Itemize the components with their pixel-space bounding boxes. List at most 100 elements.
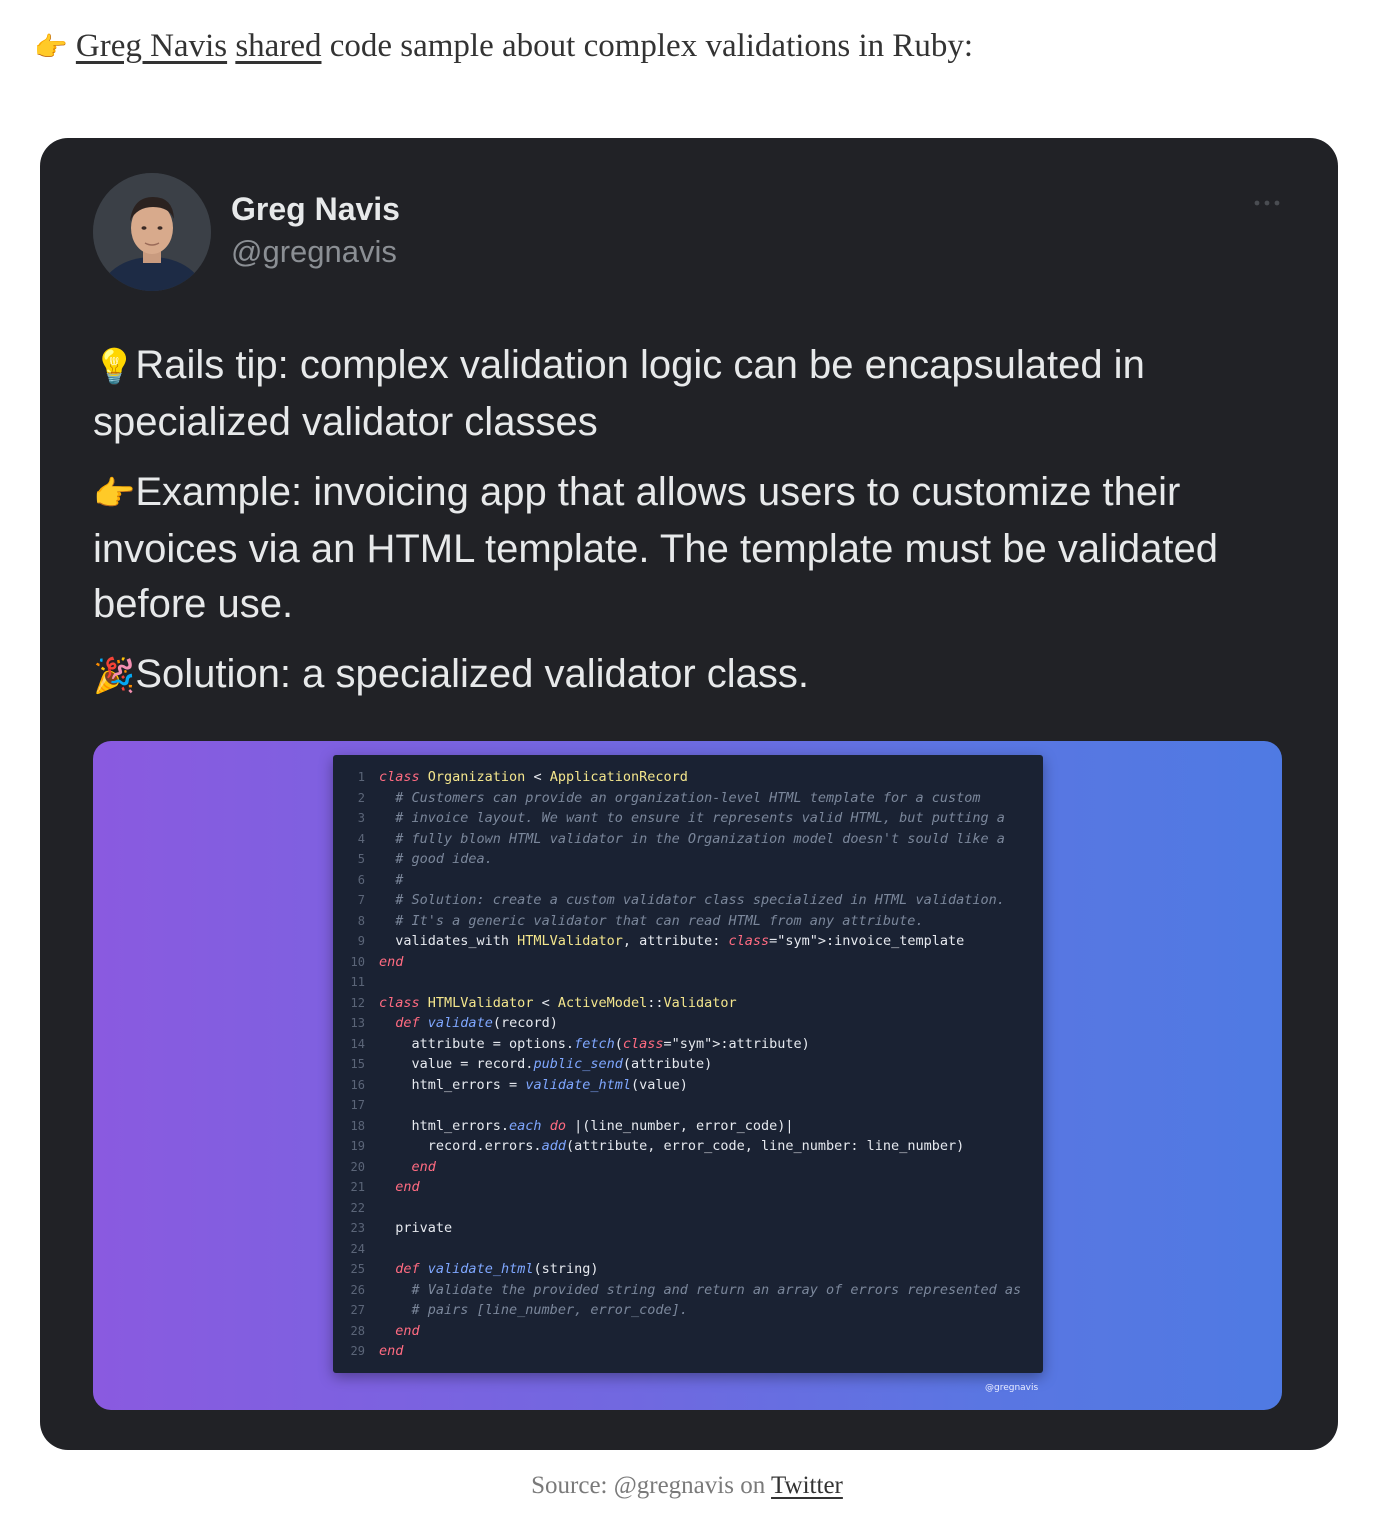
code-line: 4 # fully blown HTML validator in the Or… (333, 829, 1043, 850)
line-number: 4 (357, 831, 365, 846)
intro-line: 👉 Greg Navis shared code sample about co… (34, 26, 973, 68)
code-text: private (379, 1220, 453, 1236)
code-text: # fully blown HTML validator in the Orga… (395, 830, 1005, 847)
line-number: 15 (350, 1057, 365, 1071)
code-line: 2 # Customers can provide an organizatio… (333, 788, 1043, 809)
image-caption: Source: @gregnavis on Twitter (0, 1472, 1374, 1500)
code-text: validates_with HTMLValidator, attribute:… (379, 933, 965, 949)
line-number: 5 (357, 852, 365, 866)
code-text: end (395, 1179, 420, 1195)
code-line: 13 def validate(record) (333, 1013, 1043, 1034)
caption-text: Source: @gregnavis on (531, 1472, 766, 1499)
line-number: 13 (350, 1016, 365, 1030)
line-number: 12 (350, 995, 365, 1010)
line-number: 21 (350, 1180, 365, 1194)
media-watermark: @gregnavis (985, 1383, 1039, 1393)
code-line: 21 end (333, 1177, 1043, 1198)
code-line: 3 # invoice layout. We want to ensure it… (333, 808, 1043, 829)
intro-text: code sample about complex validations in… (329, 28, 974, 64)
code-text: html_errors = validate_html(value) (379, 1076, 688, 1093)
code-text: # pairs [line_number, error_code]. (411, 1302, 688, 1318)
line-number: 10 (350, 954, 365, 969)
code-text: end (379, 953, 404, 970)
code-window: 1 class Organization < ApplicationRecord 2… (333, 755, 1043, 1373)
code-line: 28 end (333, 1321, 1043, 1342)
code-line: 22 (333, 1198, 1043, 1219)
code-line: 15 value = record.public_send(attribute) (333, 1054, 1043, 1075)
code-line: 27 # pairs [line_number, error_code]. (333, 1300, 1043, 1321)
author-link[interactable]: Greg Navis (76, 28, 227, 64)
line-number: 3 (357, 811, 365, 825)
code-line: 8 # It's a generic validator that can re… (333, 911, 1043, 932)
code-line: 29 end (333, 1341, 1043, 1362)
code-text: # good idea. (395, 851, 493, 867)
code-text: # invoice layout. We want to ensure it r… (395, 810, 1005, 826)
code-line: 20 end (333, 1157, 1043, 1178)
tweet-paragraph: 💡Rails tip: complex validation logic can… (93, 338, 1293, 450)
code-text: def validate_html(string) (395, 1261, 599, 1277)
line-number: 17 (350, 1098, 365, 1112)
code-line: 6 # (333, 870, 1043, 891)
line-number: 2 (357, 790, 365, 805)
line-number: 28 (350, 1323, 365, 1338)
code-line: 5 # good idea. (333, 849, 1043, 870)
code-line: 26 # Validate the provided string and re… (333, 1280, 1043, 1301)
tweet-text: 💡Rails tip: complex validation logic can… (93, 338, 1293, 719)
code-line: 14 attribute = options.fetch(class="sym"… (333, 1034, 1043, 1055)
code-line: 1 class Organization < ApplicationRecord (333, 767, 1043, 788)
code-line: 25 def validate_html(string) (333, 1259, 1043, 1280)
code-text: end (411, 1158, 436, 1175)
code-line: 9 validates_with HTMLValidator, attribut… (333, 931, 1043, 952)
code-text: record.errors.add(attribute, error_code,… (379, 1138, 965, 1154)
line-number: 27 (350, 1303, 365, 1317)
tweet-card[interactable]: Greg Navis @gregnavis 💡Rails tip: comple… (40, 138, 1338, 1450)
tweet-paragraph-text: Solution: a specialized validator class. (135, 652, 810, 696)
code-line: 12 class HTMLValidator < ActiveModel::Val… (333, 993, 1043, 1014)
code-line: 11 (333, 972, 1043, 993)
avatar[interactable] (93, 173, 211, 291)
author-handle[interactable]: @gregnavis (231, 234, 397, 270)
line-number: 24 (350, 1241, 365, 1256)
code-line: 17 (333, 1095, 1043, 1116)
light-bulb-icon: 💡 (93, 347, 136, 387)
line-number: 14 (350, 1036, 365, 1051)
party-popper-icon: 🎉 (93, 656, 136, 696)
pointing-hand-icon: 👉 (93, 474, 136, 514)
line-number: 16 (350, 1077, 365, 1092)
avatar-image (93, 173, 211, 291)
line-number: 22 (350, 1200, 365, 1215)
code-text: value = record.public_send(attribute) (379, 1056, 713, 1072)
shared-link[interactable]: shared (235, 28, 321, 64)
code-text: html_errors.each do |(line_number, error… (379, 1117, 794, 1134)
code-text: class Organization < ApplicationRecord (379, 769, 688, 785)
code-text: # Solution: create a custom validator cl… (395, 892, 1005, 908)
tweet-paragraph-text: Rails tip: complex validation logic can … (93, 343, 1145, 444)
code-text: # Validate the provided string and retur… (411, 1281, 1022, 1298)
line-number: 18 (350, 1118, 365, 1133)
code-text: # Customers can provide an organization-… (395, 789, 981, 806)
code-line: 18 html_errors.each do |(line_number, er… (333, 1116, 1043, 1137)
code-text: # It's a generic validator that can read… (395, 912, 924, 929)
tweet-paragraph: 🎉Solution: a specialized validator class… (93, 647, 1293, 704)
line-number: 6 (357, 872, 365, 887)
pointing-hand-icon: 👉 (34, 32, 68, 63)
code-text: end (379, 1343, 404, 1359)
code-line: 7 # Solution: create a custom validator … (333, 890, 1043, 911)
code-text: attribute = options.fetch(class="sym">:a… (379, 1035, 810, 1052)
line-number: 23 (350, 1221, 365, 1235)
twitter-link[interactable]: Twitter (771, 1472, 843, 1499)
line-number: 1 (357, 770, 365, 784)
tweet-media-image[interactable]: 1 class Organization < ApplicationRecord 2… (93, 741, 1282, 1410)
line-number: 29 (350, 1344, 365, 1358)
code-text: class HTMLValidator < ActiveModel::Valid… (379, 994, 737, 1011)
line-number: 9 (357, 934, 365, 948)
code-text: end (395, 1322, 420, 1339)
code-line: 19 record.errors.add(attribute, error_co… (333, 1136, 1043, 1157)
more-horizontal-icon[interactable] (1252, 196, 1282, 210)
code-text: def validate(record) (395, 1015, 558, 1031)
code-line: 16 html_errors = validate_html(value) (333, 1075, 1043, 1096)
tweet-paragraph-text: Example: invoicing app that allows users… (93, 470, 1218, 626)
line-number: 20 (350, 1159, 365, 1174)
line-number: 19 (350, 1139, 365, 1153)
author-name[interactable]: Greg Navis (231, 191, 400, 228)
